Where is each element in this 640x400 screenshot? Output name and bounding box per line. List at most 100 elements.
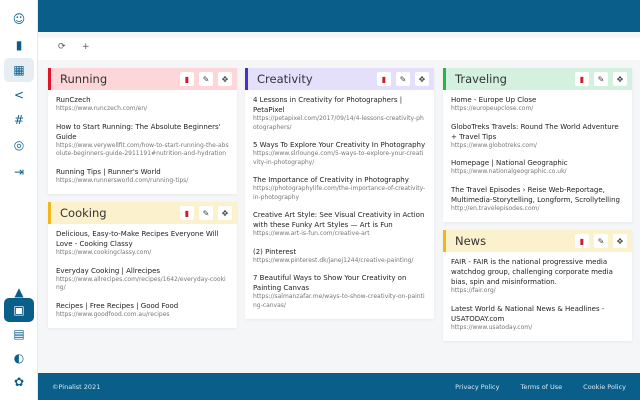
- card-header: Traveling ▮ ✎ ✥: [443, 68, 632, 90]
- database-icon[interactable]: ◎: [4, 133, 34, 157]
- dashboard-icon[interactable]: ▦: [4, 58, 34, 82]
- column: Creativity ▮ ✎ ✥ 4 Lessons in Creativity…: [245, 68, 434, 327]
- footer: ©Pinalist 2021 Privacy Policy Terms of U…: [38, 373, 640, 400]
- bookmark-url[interactable]: https://petapixel.com/2017/09/14/4-lesso…: [253, 115, 426, 132]
- bookmark-title[interactable]: Delicious, Easy-to-Make Recipes Everyone…: [56, 229, 229, 249]
- document-icon[interactable]: ▤: [4, 322, 34, 346]
- refresh-button[interactable]: ⟳: [58, 42, 66, 52]
- category-card: News ▮ ✎ ✥ FAIR - FAIR is the national p…: [443, 230, 632, 341]
- bookmark-url[interactable]: https://www.nationalgeographic.co.uk/: [451, 168, 624, 177]
- bookmark-item[interactable]: FAIR - FAIR is the national progressive …: [451, 257, 624, 296]
- bookmark-item[interactable]: GloboTreks Travels: Round The World Adve…: [451, 122, 624, 151]
- bookmark-title[interactable]: GloboTreks Travels: Round The World Adve…: [451, 122, 624, 142]
- hashtag-icon[interactable]: #: [4, 108, 34, 132]
- bookmark-item[interactable]: The Travel Episodes › Reise Web-Reportag…: [451, 185, 624, 214]
- bookmark-title[interactable]: How to Start Running: The Absolute Begin…: [56, 122, 229, 142]
- bookmark-item[interactable]: Latest World & National News & Headlines…: [451, 304, 624, 333]
- bookmark-item[interactable]: (2) Pinterest https://www.pinterest.dk/j…: [253, 247, 426, 266]
- bookmark-url[interactable]: https://www.allrecipes.com/recipes/1642/…: [56, 276, 229, 293]
- bookmark-url[interactable]: https://www.slrlounge.com/5-ways-to-expl…: [253, 150, 426, 167]
- bookmark-title[interactable]: The Travel Episodes › Reise Web-Reportag…: [451, 185, 624, 205]
- bookmark-title[interactable]: Homepage | National Geographic: [451, 158, 624, 168]
- bookmark-item[interactable]: 4 Lessons in Creativity for Photographer…: [253, 95, 426, 132]
- move-icon[interactable]: ✥: [613, 72, 627, 86]
- logout-icon[interactable]: ⇥: [4, 160, 34, 184]
- bookmark-title[interactable]: FAIR - FAIR is the national progressive …: [451, 257, 624, 287]
- bookmark-url[interactable]: https://www.verywellfit.com/how-to-start…: [56, 142, 229, 159]
- cookie-policy-link[interactable]: Cookie Policy: [583, 383, 626, 391]
- share-icon[interactable]: <: [4, 83, 34, 107]
- bookmark-title[interactable]: The Importance of Creativity in Photogra…: [253, 175, 426, 185]
- bookmark-title[interactable]: 7 Beautiful Ways to Show Your Creativity…: [253, 273, 426, 293]
- bookmark-url[interactable]: https://photographylife.com/the-importan…: [253, 185, 426, 202]
- bookmark-item[interactable]: Everyday Cooking | Allrecipes https://ww…: [56, 266, 229, 293]
- card-title: Traveling: [455, 72, 507, 86]
- bookmark-title[interactable]: 4 Lessons in Creativity for Photographer…: [253, 95, 426, 115]
- move-icon[interactable]: ✥: [218, 72, 232, 86]
- privacy-policy-link[interactable]: Privacy Policy: [455, 383, 499, 391]
- delete-icon[interactable]: ▮: [575, 72, 589, 86]
- move-icon[interactable]: ✥: [415, 72, 429, 86]
- bookmark-item[interactable]: Creative Art Style: See Visual Creativit…: [253, 210, 426, 239]
- category-card: Traveling ▮ ✎ ✥ Home - Europe Up Close h…: [443, 68, 632, 222]
- bookmark-item[interactable]: Running Tips | Runner's World https://ww…: [56, 167, 229, 186]
- bookmark-url[interactable]: http://en.travelepisodes.com/: [451, 205, 624, 214]
- move-icon[interactable]: ✥: [613, 234, 627, 248]
- delete-icon[interactable]: ▮: [575, 234, 589, 248]
- bookmark-url[interactable]: https://www.globotreks.com/: [451, 142, 624, 151]
- bookmark-item[interactable]: 5 Ways To Explore Your Creativity In Pho…: [253, 140, 426, 167]
- bookmark-url[interactable]: https://www.pinterest.dk/janej1244/creat…: [253, 257, 426, 266]
- card-title: Running: [60, 72, 108, 86]
- avatar[interactable]: ☺: [4, 7, 34, 31]
- card-header: News ▮ ✎ ✥: [443, 230, 632, 252]
- bookmark-title[interactable]: (2) Pinterest: [253, 247, 426, 257]
- bookmark-item[interactable]: Home - Europe Up Close https://europeupc…: [451, 95, 624, 114]
- card-header: Running ▮ ✎ ✥: [48, 68, 237, 90]
- bookmark-title[interactable]: 5 Ways To Explore Your Creativity In Pho…: [253, 140, 426, 150]
- bookmark-title[interactable]: Latest World & National News & Headlines…: [451, 304, 624, 324]
- edit-icon[interactable]: ✎: [594, 234, 608, 248]
- bookmark-url[interactable]: https://salmanzafar.me/ways-to-show-crea…: [253, 293, 426, 310]
- bookmark-url[interactable]: https://www.art-is-fun.com/creative-art: [253, 230, 426, 239]
- bookmark-title[interactable]: Everyday Cooking | Allrecipes: [56, 266, 229, 276]
- edit-icon[interactable]: ✎: [594, 72, 608, 86]
- bookmark-title[interactable]: Recipes | Free Recipes | Good Food: [56, 301, 229, 311]
- edit-icon[interactable]: ✎: [199, 206, 213, 220]
- bookmark-item[interactable]: The Importance of Creativity in Photogra…: [253, 175, 426, 202]
- bookmark-item[interactable]: Delicious, Easy-to-Make Recipes Everyone…: [56, 229, 229, 258]
- bookmark-url[interactable]: https://fair.org/: [451, 287, 624, 296]
- bookmark-item[interactable]: RunCzech https://www.runczech.com/en/: [56, 95, 229, 114]
- bookmark-item[interactable]: How to Start Running: The Absolute Begin…: [56, 122, 229, 159]
- move-icon[interactable]: ✥: [218, 206, 232, 220]
- terms-of-use-link[interactable]: Terms of Use: [520, 383, 562, 391]
- bookmark-title[interactable]: Creative Art Style: See Visual Creativit…: [253, 210, 426, 230]
- bookmark-title[interactable]: RunCzech: [56, 95, 229, 105]
- delete-icon[interactable]: ▮: [377, 72, 391, 86]
- shield-icon[interactable]: ◐: [4, 346, 34, 370]
- contact-book-icon[interactable]: ▣: [4, 298, 34, 322]
- bookmark-url[interactable]: https://www.cookingclassy.com/: [56, 249, 229, 258]
- bookmark-item[interactable]: Recipes | Free Recipes | Good Food https…: [56, 301, 229, 320]
- top-header: [38, 0, 640, 32]
- bookmark-url[interactable]: https://www.runnersworld.com/running-tip…: [56, 177, 229, 186]
- delete-icon[interactable]: ▮: [180, 206, 194, 220]
- card-title: News: [455, 234, 487, 248]
- bookmark-item[interactable]: 7 Beautiful Ways to Show Your Creativity…: [253, 273, 426, 310]
- card-header: Cooking ▮ ✎ ✥: [48, 202, 237, 224]
- column: Traveling ▮ ✎ ✥ Home - Europe Up Close h…: [443, 68, 632, 349]
- toolbar: ⟳ +: [38, 38, 640, 60]
- cookie-icon[interactable]: ✿: [4, 370, 34, 394]
- delete-icon[interactable]: ▮: [180, 72, 194, 86]
- bookmark-url[interactable]: https://europeupclose.com/: [451, 105, 624, 114]
- bookmark-url[interactable]: https://www.usatoday.com/: [451, 324, 624, 333]
- bookmark-title[interactable]: Running Tips | Runner's World: [56, 167, 229, 177]
- edit-icon[interactable]: ✎: [396, 72, 410, 86]
- bookmark-title[interactable]: Home - Europe Up Close: [451, 95, 624, 105]
- bookmark-url[interactable]: https://www.goodfood.com.au/recipes: [56, 311, 229, 320]
- bookmark-url[interactable]: https://www.runczech.com/en/: [56, 105, 229, 114]
- bookmarks-icon[interactable]: ▮: [4, 33, 34, 57]
- add-button[interactable]: +: [82, 42, 90, 52]
- card-header: Creativity ▮ ✎ ✥: [245, 68, 434, 90]
- edit-icon[interactable]: ✎: [199, 72, 213, 86]
- bookmark-item[interactable]: Homepage | National Geographic https://w…: [451, 158, 624, 177]
